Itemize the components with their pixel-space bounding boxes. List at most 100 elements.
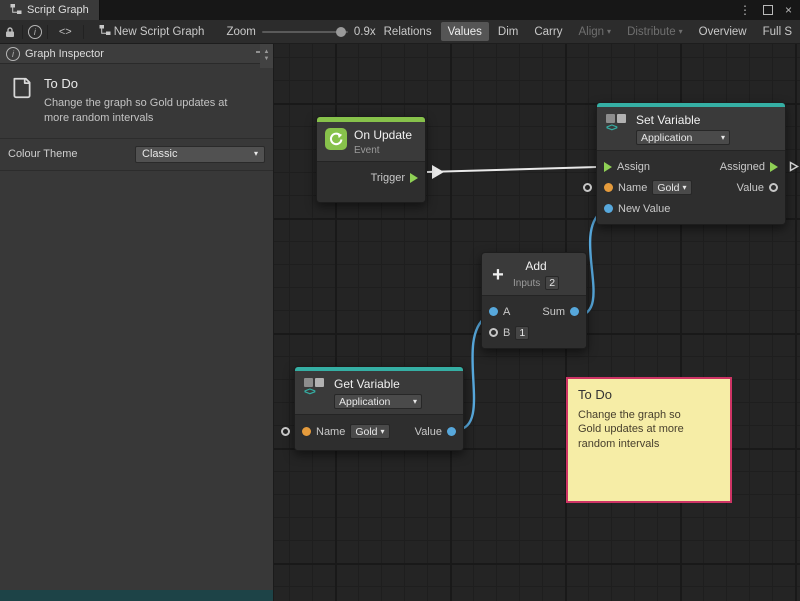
relations-button[interactable]: Relations (377, 22, 439, 41)
sum-port-label: Sum (542, 306, 565, 318)
assign-port[interactable] (604, 162, 612, 172)
inspector-header: i Graph Inspector (0, 44, 273, 64)
name-port-label: Name (316, 426, 345, 438)
chevron-down-icon: ▾ (607, 28, 611, 36)
value-port[interactable] (769, 183, 778, 192)
inputs-count-field[interactable]: 2 (545, 276, 559, 290)
name-port[interactable] (604, 183, 613, 192)
add-icon: + (490, 266, 506, 284)
graph-icon (99, 24, 111, 39)
toolbar-separator (22, 25, 23, 39)
name-edge-port[interactable] (281, 427, 290, 436)
colour-theme-value: Classic (142, 148, 254, 160)
script-graph-icon (10, 3, 22, 18)
maximize-icon[interactable] (763, 5, 773, 15)
code-icon[interactable]: <> (50, 20, 81, 43)
variable-scope-dropdown[interactable]: Application ▾ (334, 394, 422, 409)
todo-text: Change the graph so Gold updates at more… (44, 96, 246, 126)
node-get-variable[interactable]: <> Get Variable Application ▾ Name Gold (294, 366, 464, 451)
new-script-graph-button[interactable]: New Script Graph (92, 22, 212, 41)
node-subtitle: Event (354, 145, 412, 156)
trigger-port[interactable] (410, 173, 418, 183)
get-variable-icon: <> (303, 377, 327, 399)
values-button[interactable]: Values (441, 22, 489, 41)
zoom-control: Zoom 0.9x (226, 26, 375, 38)
window-controls: ⋮ × (739, 0, 800, 20)
toolbar-separator (83, 25, 84, 39)
zoom-label: Zoom (226, 26, 255, 38)
a-port[interactable] (489, 307, 498, 316)
sticky-note[interactable]: To Do Change the graph so Gold updates a… (566, 377, 732, 503)
fullscreen-button[interactable]: Full S (756, 22, 799, 41)
wire-trigger-assign[interactable] (427, 167, 597, 172)
value-port[interactable] (447, 427, 456, 436)
spinner-up-icon: ▲ (264, 49, 270, 56)
scroll-spinner[interactable]: ▲ ▼ (260, 44, 273, 68)
colour-theme-label: Colour Theme (8, 148, 135, 160)
new-value-port-label: New Value (618, 203, 670, 215)
chevron-down-icon: ▾ (721, 134, 725, 142)
value-port-label: Value (737, 182, 764, 194)
name-edge-port[interactable] (583, 183, 592, 192)
kebab-menu-icon[interactable]: ⋮ (739, 3, 751, 17)
chevron-down-icon: ▾ (381, 428, 385, 436)
chevron-down-icon: ▾ (683, 184, 687, 192)
zoom-slider[interactable] (262, 31, 348, 33)
graph-inspector-panel: i Graph Inspector ▲ ▼ To Do Change the g… (0, 44, 274, 601)
name-port[interactable] (302, 427, 311, 436)
sum-port[interactable] (570, 307, 579, 316)
sticky-note-title: To Do (578, 387, 720, 402)
align-button[interactable]: Align ▾ (571, 22, 618, 41)
overview-button[interactable]: Overview (692, 22, 754, 41)
on-update-icon (325, 128, 347, 150)
note-icon (10, 76, 34, 126)
set-variable-icon: <> (605, 113, 629, 135)
variable-scope-dropdown[interactable]: Application ▾ (636, 130, 730, 145)
name-dropdown[interactable]: Gold ▾ (350, 424, 389, 439)
tab-label: Script Graph (27, 4, 89, 16)
a-port-label: A (503, 306, 510, 318)
todo-title: To Do (44, 76, 246, 91)
window-tab-bar: Script Graph ⋮ × (0, 0, 800, 20)
info-icon[interactable]: i (25, 20, 45, 43)
info-icon: i (6, 47, 20, 61)
zoom-value: 0.9x (354, 26, 376, 38)
toolbar-separator (47, 25, 48, 39)
chevron-down-icon: ▾ (413, 398, 417, 406)
sticky-note-text: Change the graph so Gold updates at more… (578, 408, 720, 451)
assigned-port-label: Assigned (720, 161, 765, 173)
lock-icon[interactable] (0, 20, 20, 43)
new-value-port[interactable] (604, 204, 613, 213)
node-title: Add (525, 259, 546, 273)
assign-port-label: Assign (617, 161, 650, 173)
dim-button[interactable]: Dim (491, 22, 525, 41)
node-add[interactable]: + Add Inputs 2 A Sum (481, 252, 587, 349)
wire-arrowhead (432, 165, 444, 179)
b-port-label: B (503, 327, 510, 339)
inputs-label: Inputs (513, 278, 540, 289)
close-icon[interactable]: × (785, 3, 792, 17)
distribute-button[interactable]: Distribute ▾ (620, 22, 690, 41)
graph-canvas[interactable]: On Update Event Trigger <> (274, 44, 800, 601)
carry-button[interactable]: Carry (527, 22, 569, 41)
node-set-variable[interactable]: <> Set Variable Application ▾ Assign Ass… (596, 102, 786, 225)
assigned-port[interactable] (770, 162, 778, 172)
b-value-field[interactable]: 1 (515, 326, 529, 340)
colour-theme-dropdown[interactable]: Classic ▾ (135, 146, 265, 163)
b-port[interactable] (489, 328, 498, 337)
todo-section: To Do Change the graph so Gold updates a… (0, 64, 273, 139)
node-on-update[interactable]: On Update Event Trigger (316, 116, 426, 203)
todo-content: To Do Change the graph so Gold updates a… (44, 76, 246, 126)
name-dropdown[interactable]: Gold ▾ (652, 180, 691, 195)
spinner-down-icon: ▼ (264, 56, 270, 63)
trigger-port-label: Trigger (371, 172, 405, 184)
zoom-slider-handle[interactable] (336, 27, 346, 37)
node-title: Get Variable (334, 377, 422, 391)
main-area: i Graph Inspector ▲ ▼ To Do Change the g… (0, 44, 800, 601)
value-port-label: Value (415, 426, 442, 438)
bottom-teal-strip (0, 590, 273, 601)
node-title: Set Variable (636, 113, 730, 127)
tab-script-graph[interactable]: Script Graph (0, 0, 100, 20)
assigned-edge-port[interactable] (789, 161, 799, 175)
node-title: On Update (354, 128, 412, 142)
